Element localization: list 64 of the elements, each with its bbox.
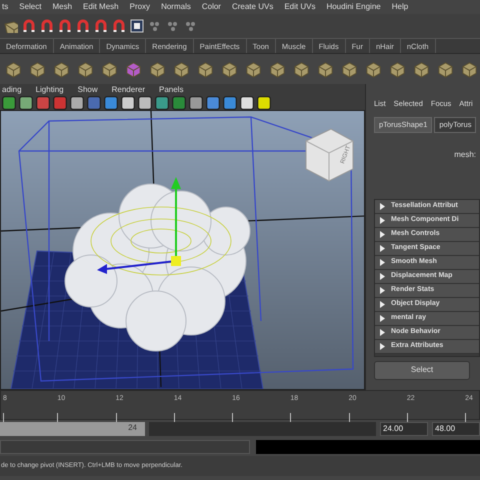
node-type-label: mesh: [454, 148, 476, 160]
dots-icon[interactable] [184, 19, 198, 33]
shelf-tool-icon[interactable] [436, 60, 455, 78]
magnet-icon[interactable] [40, 19, 54, 33]
menu-item[interactable]: Select [19, 1, 42, 13]
move-manipulator[interactable] [97, 177, 181, 274]
viewport-tool-icon[interactable] [70, 96, 84, 110]
cube-icon[interactable] [124, 60, 143, 78]
shelf-tool-icon[interactable] [364, 60, 383, 78]
select-button[interactable]: Select [374, 360, 470, 380]
cube-icon[interactable] [4, 19, 18, 33]
shelf-tool-icon[interactable] [244, 60, 263, 78]
magnet-icon[interactable] [22, 19, 36, 33]
shelf-tool-icon[interactable] [148, 60, 167, 78]
viewport-tool-icon[interactable] [257, 96, 271, 110]
dots-icon[interactable] [148, 19, 162, 33]
menu-item[interactable]: ading [2, 84, 22, 96]
viewport-tool-icon[interactable] [155, 96, 169, 110]
viewport-tool-icon[interactable] [121, 96, 135, 110]
shelf-tool-icon[interactable] [340, 60, 359, 78]
menu-item[interactable]: Show [78, 84, 98, 96]
shelf-tool-icon[interactable] [220, 60, 239, 78]
shelf-tool-icon[interactable] [4, 60, 23, 78]
menu-item[interactable]: Renderer [112, 84, 145, 96]
menu-item[interactable]: Panels [158, 84, 184, 96]
menu-item[interactable]: Help [392, 1, 408, 13]
dots-icon[interactable] [166, 19, 180, 33]
shelf-tool-icon[interactable] [292, 60, 311, 78]
viewport-tool-icon[interactable] [19, 96, 33, 110]
shelf-tool-icon[interactable] [412, 60, 431, 78]
shelf-tool-icon[interactable] [100, 60, 119, 78]
command-line-field[interactable] [0, 440, 250, 454]
range-slider-bar[interactable]: 24 [0, 422, 145, 436]
menu-item[interactable]: Lighting [36, 84, 64, 96]
menu-item[interactable]: Proxy [130, 1, 150, 13]
shelf-tool-icon[interactable] [268, 60, 287, 78]
shelf-tool-icon[interactable] [196, 60, 215, 78]
magnet-icon[interactable] [112, 19, 126, 33]
shelf-tool-icon[interactable] [460, 60, 479, 78]
viewport-tool-icon[interactable] [240, 96, 254, 110]
frame-icon[interactable] [130, 19, 144, 33]
menu-item[interactable]: Mesh [52, 1, 72, 13]
shelf-tool-icon[interactable] [76, 60, 95, 78]
menu-item[interactable]: Color [202, 1, 221, 13]
menu-item[interactable]: ts [2, 1, 8, 13]
magnet-icon[interactable] [58, 19, 72, 33]
range-slider-track[interactable] [149, 422, 376, 436]
shelf-tool-icon[interactable] [52, 60, 71, 78]
viewport-tool-icon[interactable] [189, 96, 203, 110]
range-start-field[interactable]: 24.00 [380, 422, 428, 436]
menu-item[interactable]: Edit UVs [284, 1, 316, 13]
shelf-tool-icon[interactable] [28, 60, 47, 78]
shelf-tool-icon[interactable] [316, 60, 335, 78]
menu-item[interactable]: Create UVs [232, 1, 274, 13]
range-end-field[interactable]: 48.00 [432, 422, 480, 436]
view-cube[interactable] [306, 128, 354, 182]
menu-item[interactable]: Edit Mesh [83, 1, 119, 13]
menu-item[interactable]: Normals [161, 1, 191, 13]
menu-item[interactable]: Houdini Engine [326, 1, 381, 13]
magnet-icon[interactable] [94, 19, 108, 33]
viewport-tool-icon[interactable] [138, 96, 152, 110]
magnet-icon[interactable] [76, 19, 90, 33]
shelf-tool-icon[interactable] [172, 60, 191, 78]
shelf-tool-icon[interactable] [388, 60, 407, 78]
